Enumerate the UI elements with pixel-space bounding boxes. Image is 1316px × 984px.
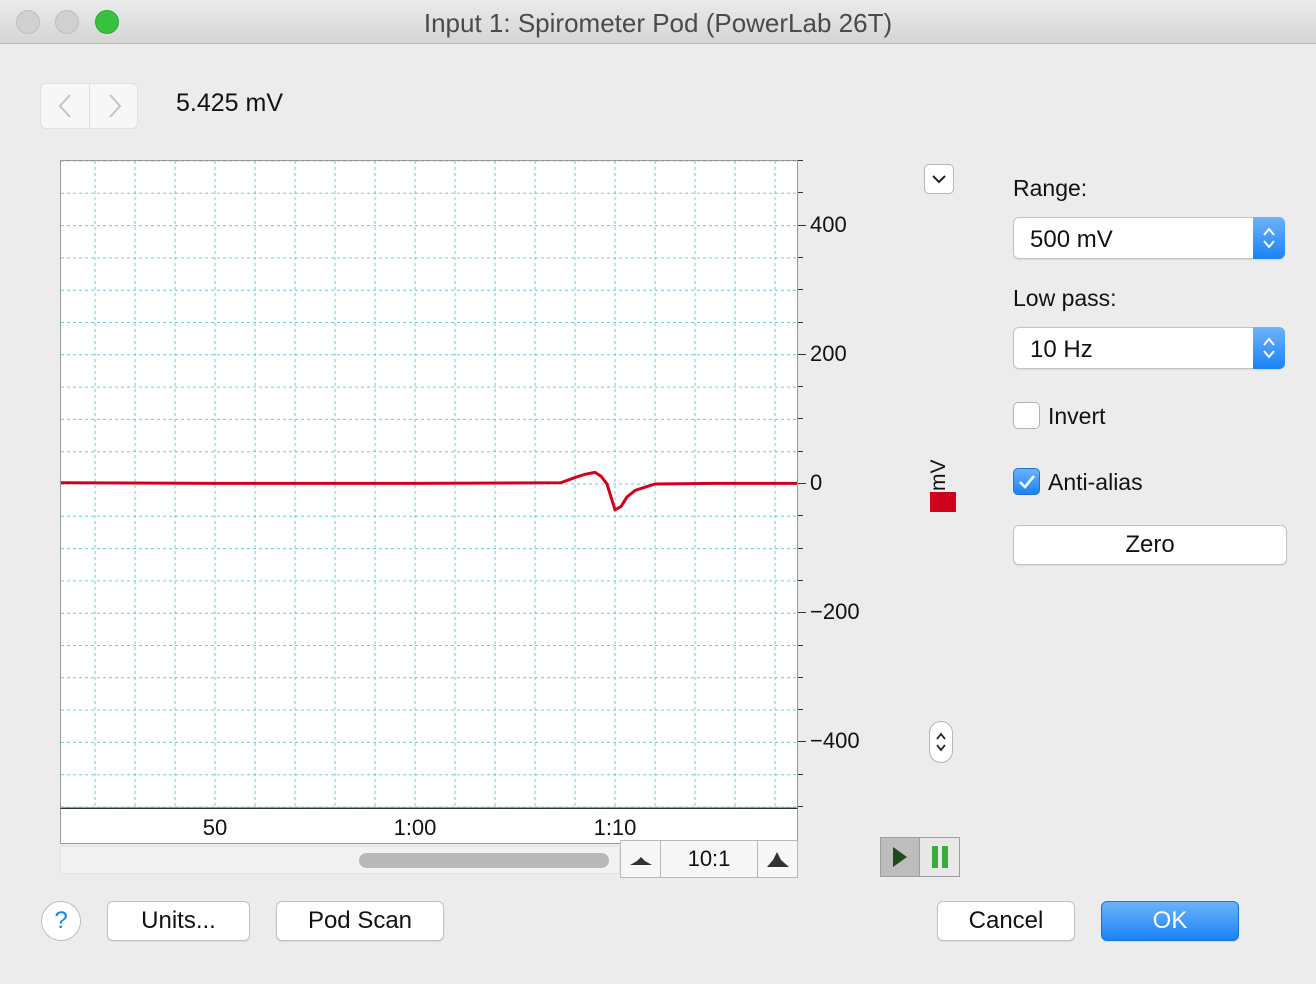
- horizontal-zoom-control: 10:1: [620, 840, 798, 878]
- dialog-window: Input 1: Spirometer Pod (PowerLab 26T) 5…: [0, 0, 1316, 984]
- zoom-ratio: 10:1: [687, 846, 731, 871]
- lowpass-label: Low pass:: [1013, 285, 1117, 311]
- zoom-in-button[interactable]: [757, 841, 797, 877]
- y-minor-tick: [798, 256, 803, 258]
- y-minor-tick: [798, 515, 803, 517]
- y-minor-tick: [798, 418, 803, 420]
- x-tick-label: 1:10: [593, 815, 637, 840]
- chevron-left-icon: [58, 94, 71, 118]
- y-tick-label: −400: [810, 728, 860, 754]
- y-tick-label: 0: [810, 470, 823, 495]
- compress-peak-icon: [629, 857, 652, 865]
- playback-controls: [880, 837, 960, 877]
- previous-channel-button[interactable]: [41, 84, 90, 128]
- y-minor-tick: [798, 806, 803, 807]
- channel-color-swatch[interactable]: [930, 492, 956, 512]
- y-minor-tick: [798, 709, 803, 711]
- y-minor-tick: [798, 676, 803, 678]
- play-icon: [893, 847, 907, 867]
- y-minor-tick: [798, 289, 803, 291]
- lowpass-select[interactable]: 10 Hz: [1013, 327, 1285, 369]
- play-button[interactable]: [881, 838, 920, 876]
- current-reading: 5.425 mV: [176, 89, 284, 117]
- vertical-scale-stepper[interactable]: [929, 721, 953, 763]
- signal-trace-0: [61, 470, 797, 512]
- cancel-button[interactable]: Cancel: [937, 901, 1075, 941]
- y-major-tick: [798, 741, 806, 743]
- up-down-chevron-icon: [1263, 337, 1275, 359]
- range-label: Range:: [1013, 175, 1088, 201]
- y-minor-tick: [798, 160, 803, 161]
- chevron-right-icon: [108, 94, 121, 118]
- y-tick-label: 400: [810, 211, 847, 237]
- expand-peak-icon: [766, 852, 789, 867]
- invert-label: Invert: [1048, 403, 1106, 429]
- y-minor-tick: [798, 450, 803, 452]
- y-minor-tick: [798, 579, 803, 581]
- y-major-tick: [798, 353, 806, 355]
- pause-button[interactable]: [920, 838, 959, 876]
- x-tick-label: 50: [202, 815, 228, 840]
- horizontal-scrollbar[interactable]: [60, 846, 620, 874]
- ok-button[interactable]: OK: [1101, 901, 1239, 941]
- invert-checkbox[interactable]: [1013, 402, 1040, 429]
- y-minor-tick: [798, 644, 803, 646]
- y-axis: 400 200 0 −200 −400: [798, 160, 888, 808]
- up-down-chevron-icon: [936, 732, 946, 752]
- units-button[interactable]: Units...: [107, 901, 250, 941]
- scrollbar-thumb[interactable]: [359, 853, 609, 868]
- x-tick-label: 1:00: [393, 815, 437, 840]
- range-select[interactable]: 500 mV: [1013, 217, 1285, 259]
- channel-unit-label: mV: [927, 459, 950, 492]
- chevron-down-icon: [932, 174, 946, 183]
- lowpass-stepper: [1253, 327, 1285, 369]
- up-down-chevron-icon: [1263, 227, 1275, 249]
- y-minor-tick: [798, 773, 803, 775]
- window-title: Input 1: Spirometer Pod (PowerLab 26T): [423, 8, 893, 38]
- y-minor-tick: [798, 386, 803, 388]
- plot-canvas: [61, 161, 797, 807]
- antialias-label: Anti-alias: [1048, 469, 1143, 495]
- y-tick-label: −200: [810, 599, 860, 625]
- y-major-tick: [798, 224, 806, 226]
- zero-button[interactable]: Zero: [1013, 525, 1287, 565]
- zoom-out-button[interactable]: [621, 841, 661, 877]
- y-minor-tick: [798, 192, 803, 194]
- y-major-tick: [798, 612, 806, 614]
- range-stepper: [1253, 217, 1285, 259]
- y-minor-tick: [798, 547, 803, 549]
- help-button[interactable]: ?: [41, 901, 81, 941]
- pod-scan-button[interactable]: Pod Scan: [276, 901, 444, 941]
- antialias-checkbox[interactable]: [1013, 468, 1040, 495]
- y-major-tick: [798, 483, 806, 484]
- signal-plot[interactable]: [60, 160, 798, 808]
- channel-navigation: [40, 83, 138, 129]
- pause-icon: [931, 846, 948, 868]
- x-axis: 50 1:00 1:10: [60, 808, 798, 844]
- checkmark-icon: [1018, 474, 1035, 489]
- y-minor-tick: [798, 321, 803, 323]
- y-tick-label: 200: [810, 340, 847, 366]
- title-bar: Input 1: Spirometer Pod (PowerLab 26T): [0, 0, 1316, 44]
- lowpass-value: 10 Hz: [1030, 336, 1093, 363]
- next-channel-button[interactable]: [90, 84, 139, 128]
- scale-menu-button[interactable]: [924, 164, 954, 194]
- range-value: 500 mV: [1030, 226, 1113, 253]
